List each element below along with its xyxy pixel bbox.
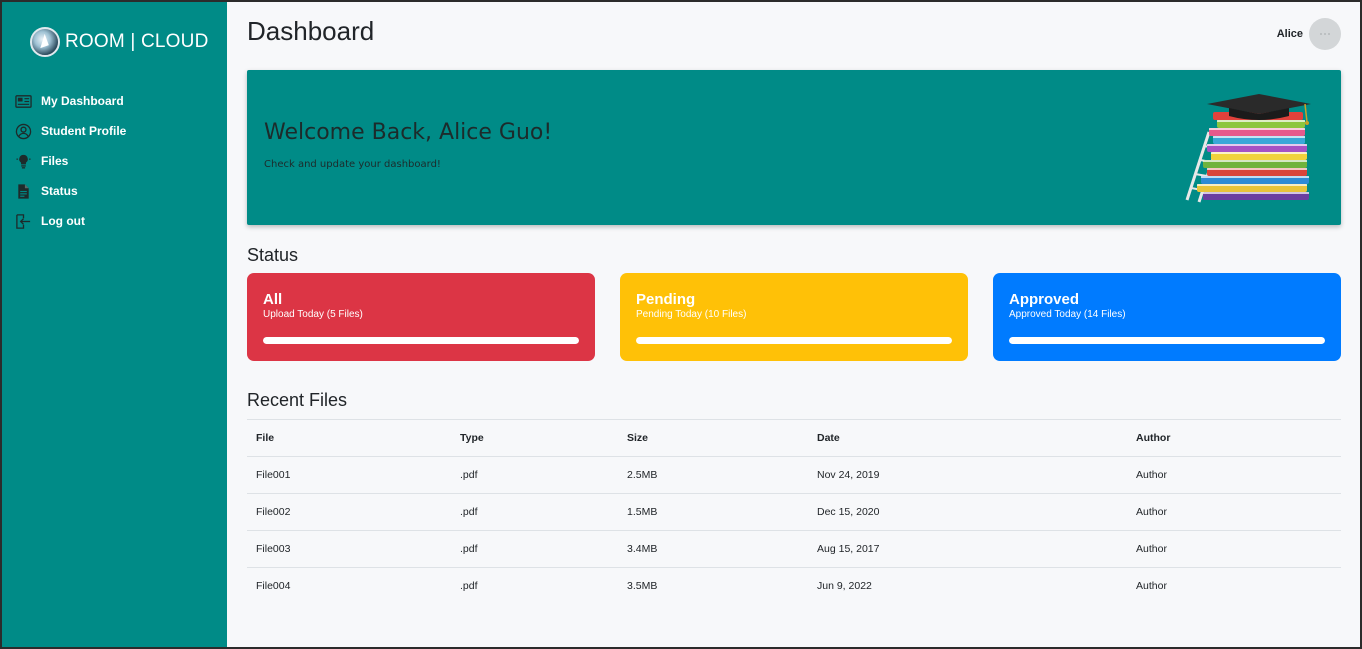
sidebar-nav: My Dashboard Student Profile Files Statu… bbox=[2, 86, 227, 236]
status-card-subtitle: Pending Today (10 Files) bbox=[636, 309, 747, 320]
cell-size: 2.5MB bbox=[618, 456, 808, 494]
cell-date: Aug 15, 2017 bbox=[808, 530, 1127, 568]
sidebar-item-log-out[interactable]: Log out bbox=[2, 206, 227, 236]
page-title: Dashboard bbox=[247, 15, 375, 46]
status-card-subtitle: Upload Today (5 Files) bbox=[263, 309, 363, 320]
sidebar: ROOM | CLOUD My Dashboard Student Profil… bbox=[2, 2, 227, 647]
cell-date: Nov 24, 2019 bbox=[808, 456, 1127, 494]
progress-bar-fill bbox=[1009, 337, 1325, 344]
table-header-row: File Type Size Date Author bbox=[247, 419, 1341, 457]
table-row[interactable]: File003 .pdf 3.4MB Aug 15, 2017 Author bbox=[247, 530, 1341, 568]
table-row[interactable]: File001 .pdf 2.5MB Nov 24, 2019 Author bbox=[247, 456, 1341, 494]
sidebar-item-status[interactable]: Status bbox=[2, 176, 227, 206]
recent-files-title: Recent Files bbox=[247, 390, 348, 410]
progress-bar bbox=[1009, 337, 1325, 344]
status-card-all[interactable]: All Upload Today (5 Files) bbox=[247, 273, 595, 361]
dashboard-icon bbox=[14, 92, 32, 110]
sidebar-item-label: Files bbox=[41, 154, 69, 168]
user-menu[interactable]: Alice bbox=[1277, 18, 1341, 50]
lightbulb-icon bbox=[14, 152, 32, 170]
column-header-file[interactable]: File bbox=[247, 419, 451, 457]
more-dots-icon bbox=[1320, 33, 1330, 35]
table-row[interactable]: File002 .pdf 1.5MB Dec 15, 2020 Author bbox=[247, 493, 1341, 531]
sidebar-item-files[interactable]: Files bbox=[2, 146, 227, 176]
cell-file: File004 bbox=[247, 567, 451, 605]
table-row[interactable]: File004 .pdf 3.5MB Jun 9, 2022 Author bbox=[247, 567, 1341, 605]
cell-type: .pdf bbox=[451, 493, 618, 531]
sidebar-item-my-dashboard[interactable]: My Dashboard bbox=[2, 86, 227, 116]
status-card-title: Approved bbox=[1009, 291, 1080, 308]
books-graduation-cap-illustration bbox=[1185, 94, 1311, 203]
brand-logo-icon bbox=[30, 27, 60, 57]
status-card-pending[interactable]: Pending Pending Today (10 Files) bbox=[620, 273, 968, 361]
cell-author: Author bbox=[1127, 456, 1341, 494]
progress-bar bbox=[263, 337, 579, 344]
document-icon bbox=[14, 182, 32, 200]
column-header-type[interactable]: Type bbox=[451, 419, 618, 457]
cell-type: .pdf bbox=[451, 456, 618, 494]
column-header-date[interactable]: Date bbox=[808, 419, 1127, 457]
cell-type: .pdf bbox=[451, 530, 618, 568]
cell-size: 1.5MB bbox=[618, 493, 808, 531]
sidebar-item-label: Log out bbox=[41, 214, 85, 228]
sidebar-item-label: My Dashboard bbox=[41, 94, 124, 108]
cell-date: Dec 15, 2020 bbox=[808, 493, 1127, 531]
cell-file: File001 bbox=[247, 456, 451, 494]
main-content: Dashboard Alice Welcome Back, Alice Guo!… bbox=[227, 2, 1360, 647]
brand-name: ROOM | CLOUD bbox=[65, 31, 209, 52]
cell-size: 3.5MB bbox=[618, 567, 808, 605]
cell-date: Jun 9, 2022 bbox=[808, 567, 1127, 605]
user-name: Alice bbox=[1276, 28, 1303, 40]
column-header-size[interactable]: Size bbox=[618, 419, 808, 457]
status-card-subtitle: Approved Today (14 Files) bbox=[1009, 309, 1126, 320]
logout-icon bbox=[14, 212, 32, 230]
sidebar-item-label: Student Profile bbox=[41, 124, 127, 138]
status-card-title: Pending bbox=[636, 291, 696, 308]
progress-bar-fill bbox=[636, 337, 952, 344]
cell-type: .pdf bbox=[451, 567, 618, 605]
sidebar-item-student-profile[interactable]: Student Profile bbox=[2, 116, 227, 146]
status-section-title: Status bbox=[247, 245, 299, 265]
sidebar-item-label: Status bbox=[41, 184, 78, 198]
cell-author: Author bbox=[1127, 530, 1341, 568]
status-card-title: All bbox=[263, 291, 283, 308]
cell-author: Author bbox=[1127, 567, 1341, 605]
column-header-author[interactable]: Author bbox=[1127, 419, 1341, 457]
app-window: ROOM | CLOUD My Dashboard Student Profil… bbox=[2, 2, 1360, 647]
welcome-banner: Welcome Back, Alice Guo! Check and updat… bbox=[247, 70, 1341, 225]
brand[interactable]: ROOM | CLOUD bbox=[2, 26, 227, 58]
status-card-approved[interactable]: Approved Approved Today (14 Files) bbox=[993, 273, 1341, 361]
status-cards: All Upload Today (5 Files) Pending Pendi… bbox=[247, 273, 1341, 361]
cell-file: File002 bbox=[247, 493, 451, 531]
cell-file: File003 bbox=[247, 530, 451, 568]
user-circle-icon bbox=[14, 122, 32, 140]
cell-author: Author bbox=[1127, 493, 1341, 531]
top-bar: Dashboard Alice bbox=[247, 2, 1341, 70]
progress-bar-fill bbox=[263, 337, 579, 344]
recent-files-table: File Type Size Date Author File001 .pdf … bbox=[247, 419, 1341, 605]
progress-bar bbox=[636, 337, 952, 344]
cell-size: 3.4MB bbox=[618, 530, 808, 568]
avatar[interactable] bbox=[1309, 18, 1341, 50]
